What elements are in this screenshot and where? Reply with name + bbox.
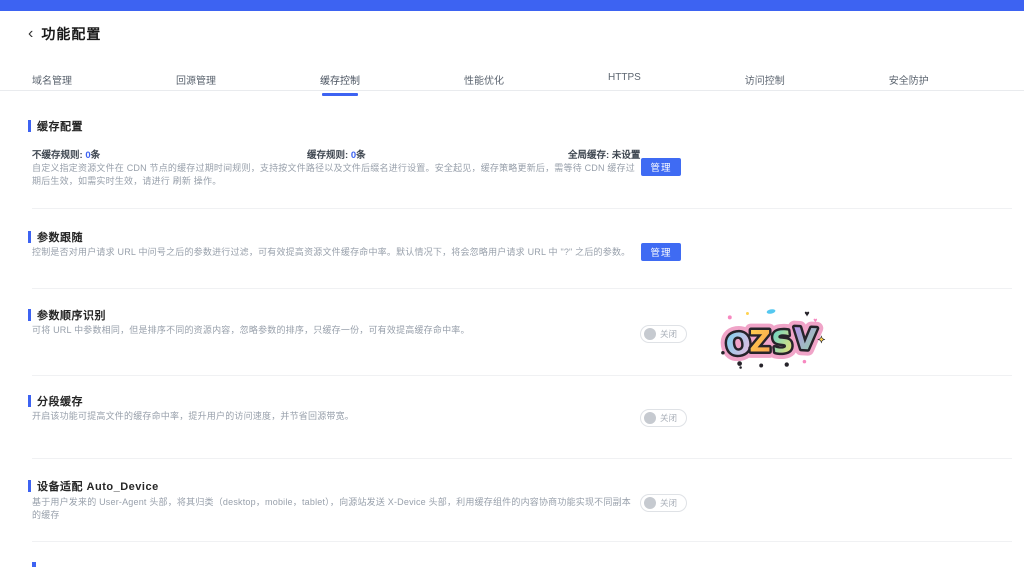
- section-title-text: 参数跟随: [37, 229, 83, 245]
- section-title-text: 参数顺序识别: [37, 307, 106, 323]
- sticker-letter-layer: O Z S V: [723, 320, 819, 363]
- sticker-heart-icon: ♥: [813, 317, 817, 324]
- section-divider: [32, 458, 1012, 459]
- toggle-label: 关闭: [660, 412, 677, 424]
- tab-origin-management[interactable]: 回源管理: [176, 72, 216, 96]
- section-divider: [32, 288, 1012, 289]
- section-marker: [28, 309, 31, 321]
- section-title-text: 分段缓存: [37, 393, 83, 409]
- tab-domain-management[interactable]: 域名管理: [32, 72, 72, 96]
- tab-bar: 域名管理 回源管理 缓存控制 性能优化 HTTPS 访问控制 安全防护: [0, 63, 1024, 91]
- sticker-letter-z: Z: [749, 325, 770, 359]
- tab-cache-control[interactable]: 缓存控制: [320, 72, 360, 96]
- top-nav-bar: [0, 0, 1024, 11]
- sticker-sparkle-icon: ✦: [817, 335, 825, 346]
- device-adapt-toggle[interactable]: 关闭: [640, 494, 687, 512]
- toggle-label: 关闭: [660, 497, 677, 509]
- cache-config-description: 自定义指定资源文件在 CDN 节点的缓存过期时间规则，支持按文件路径以及文件后缀…: [32, 162, 644, 187]
- sticker-drip: [737, 361, 742, 366]
- tab-cache-control-label: 缓存控制: [320, 76, 360, 87]
- toggle-knob: [644, 412, 656, 424]
- stat-label: 缓存规则:: [307, 150, 348, 161]
- tab-performance[interactable]: 性能优化: [464, 72, 504, 96]
- cache-config-manage-button[interactable]: 管理: [641, 158, 681, 176]
- section-title-param-follow: 参数跟随: [28, 229, 83, 245]
- stat-global-cache: 全局缓存: 未设置: [568, 147, 640, 161]
- back-icon[interactable]: ‹: [28, 26, 33, 42]
- tab-security[interactable]: 安全防护: [889, 72, 929, 96]
- section-title-chunk-cache: 分段缓存: [28, 393, 83, 409]
- active-tab-underline: [322, 93, 358, 96]
- page-title: 功能配置: [41, 24, 101, 44]
- sticker-drip: [785, 362, 789, 366]
- param-follow-description: 控制是否对用户请求 URL 中问号之后的参数进行过滤，可有效提高资源文件缓存命中…: [32, 246, 632, 259]
- stat-label: 全局缓存:: [568, 150, 609, 161]
- stat-label: 不缓存规则:: [32, 150, 83, 161]
- sticker-letter-v: V: [793, 322, 818, 357]
- section-divider: [32, 541, 1012, 542]
- tab-access-control[interactable]: 访问控制: [745, 72, 785, 96]
- section-marker: [28, 231, 31, 243]
- sticker-dot-pink: [728, 315, 732, 319]
- stat-value: 未设置: [612, 150, 641, 161]
- section-title-text: 设备适配 Auto_Device: [37, 478, 159, 494]
- stat-suffix: 条: [356, 150, 366, 161]
- toggle-label: 关闭: [660, 328, 677, 340]
- section-marker: [28, 120, 31, 132]
- sticker-drip: [759, 364, 763, 368]
- param-order-toggle[interactable]: 关闭: [640, 325, 687, 343]
- device-adapt-description: 基于用户发来的 User-Agent 头部，将其归类（desktop，mobil…: [32, 496, 634, 521]
- section-marker: [28, 480, 31, 492]
- sticker-letter-s: S: [770, 324, 795, 360]
- stat-cache-rules: 缓存规则: 0条: [307, 147, 366, 161]
- stat-suffix: 条: [91, 150, 101, 161]
- section-divider: [32, 208, 1012, 209]
- next-section-marker: [32, 562, 36, 567]
- page-header: ‹ 功能配置: [28, 24, 101, 44]
- sticker-dot-cyan: [766, 308, 776, 314]
- cdn-function-config-page: ‹ 功能配置 域名管理 回源管理 缓存控制 性能优化 HTTPS 访问控制 安全…: [0, 0, 1024, 567]
- stat-no-cache-rules: 不缓存规则: 0条: [32, 147, 100, 161]
- param-follow-manage-button[interactable]: 管理: [641, 243, 681, 261]
- section-title-param-order: 参数顺序识别: [28, 307, 106, 323]
- section-divider: [32, 375, 1012, 376]
- section-title-cache-config: 缓存配置: [28, 118, 83, 134]
- ozsv-graffiti-sticker: O Z S V O Z S V ♥ ♥ ✦: [718, 305, 828, 373]
- section-marker: [28, 395, 31, 407]
- param-order-description: 可将 URL 中参数相同，但是排序不同的资源内容，忽略参数的排序，只缓存一份，可…: [32, 324, 632, 337]
- sticker-dot-yellow: [746, 312, 749, 315]
- chunk-cache-toggle[interactable]: 关闭: [640, 409, 687, 427]
- sticker-drip: [803, 360, 807, 364]
- tab-https[interactable]: HTTPS: [608, 72, 641, 96]
- chunk-cache-description: 开启该功能可提高文件的缓存命中率，提升用户的访问速度，并节省回源带宽。: [32, 410, 632, 423]
- sticker-heart-icon: ♥: [804, 308, 809, 318]
- toggle-knob: [644, 497, 656, 509]
- sticker-drip: [739, 366, 742, 369]
- toggle-knob: [644, 328, 656, 340]
- sticker-splat: [721, 351, 725, 355]
- section-title-text: 缓存配置: [37, 118, 83, 134]
- section-title-device-adapt: 设备适配 Auto_Device: [28, 478, 159, 494]
